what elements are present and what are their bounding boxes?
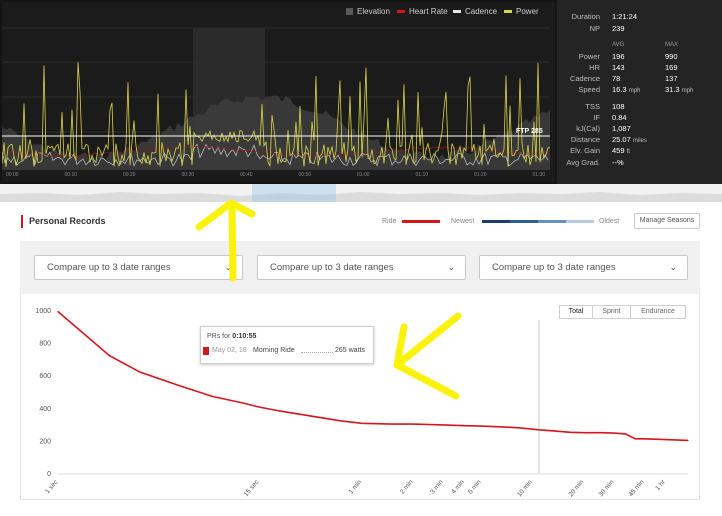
legend-power-label: Power [516, 7, 539, 16]
max-header: MAX [665, 42, 679, 48]
personal-records-title: Personal Records [21, 215, 106, 228]
overview-selection-window[interactable] [252, 184, 336, 202]
oldest-label: Oldest [599, 218, 620, 225]
ride-overview-scrubber[interactable] [0, 184, 722, 202]
distance-value: 25.07 [612, 135, 631, 144]
legend-heart-rate[interactable]: Heart Rate [397, 7, 448, 16]
stat-speed: Speed 16.3 mph 31.3 mph [578, 85, 694, 94]
avg-header: AVG [612, 42, 625, 48]
stat-power: Power 196 990 [578, 52, 678, 61]
tooltip-duration: 0:10:55 [232, 333, 257, 340]
time-tick-label: 01:30 [532, 172, 546, 178]
tooltip-leader-dots [301, 352, 333, 353]
power-curve-chart-container [20, 294, 700, 500]
stat-if: IF 0.84 [593, 113, 627, 122]
overview-elevation-profile [0, 192, 722, 202]
stat-kj: kJ(Cal) 1,087 [576, 124, 631, 133]
time-tick-label: 00:50 [298, 172, 312, 178]
chevron-down-icon: ⌄ [224, 262, 232, 272]
time-tick-label: 00:00 [6, 172, 19, 178]
tab-endurance[interactable]: Endurance [630, 305, 686, 319]
ride-stats-panel: Duration 1:21:24 NP 239 AVG MAX Power 19… [557, 0, 722, 185]
compare-placeholder-2: Compare up to 3 date ranges [270, 262, 394, 273]
tooltip-ride-name[interactable]: Morning Ride [253, 347, 295, 354]
ride-analysis-panel: FTP 285 Elevation Heart Rate Cadence Pow… [0, 0, 722, 185]
compare-placeholder-3: Compare up to 3 date ranges [492, 262, 616, 273]
speed-max-unit: mph [681, 88, 694, 94]
tab-total[interactable]: Total [559, 305, 593, 319]
cadence-swatch [453, 10, 461, 13]
time-tick-label: 00:20 [123, 172, 136, 178]
stat-avg-grade: Avg Grad. --% [566, 158, 624, 167]
stat-duration: Duration 1:21:24 [571, 12, 638, 21]
compare-date-range-select-2[interactable]: Compare up to 3 date ranges ⌄ [257, 255, 466, 280]
power-swatch [504, 10, 512, 13]
tooltip-value: 265 watts [335, 347, 365, 354]
tooltip-prefix: PRs for [207, 333, 231, 340]
stat-elevation-gain: Elv. Gain 459 ft [570, 146, 630, 155]
chevron-down-icon: ⌄ [669, 262, 677, 272]
stat-np: NP 239 [589, 24, 625, 33]
time-tick-label: 01:20 [474, 172, 487, 178]
date-gradient-legend [482, 220, 594, 223]
stat-cadence: Cadence 78 137 [569, 74, 678, 83]
manage-seasons-button[interactable]: Manage Seasons [634, 213, 700, 229]
ride-legend-swatch [402, 220, 440, 223]
tooltip-ride-swatch [203, 347, 209, 355]
heart-rate-swatch [397, 10, 405, 13]
stat-tss: TSS 108 [585, 102, 625, 111]
tooltip-date: May 02, 18 [212, 347, 247, 354]
compare-date-range-select-1[interactable]: Compare up to 3 date ranges ⌄ [34, 255, 243, 280]
timeline-traces [2, 27, 551, 170]
speed-max: 31.3 [665, 85, 680, 94]
legend-elevation[interactable]: Elevation [346, 7, 390, 16]
ride-legend-label: Ride [382, 218, 397, 225]
legend-power[interactable]: Power [504, 7, 539, 16]
speed-avg: 16.3 [612, 85, 627, 94]
elevation-trace [2, 95, 550, 170]
legend-elevation-label: Elevation [357, 7, 390, 16]
chevron-down-icon: ⌄ [447, 262, 455, 272]
stat-distance: Distance 25.07 miles [570, 135, 647, 144]
speed-avg-unit: mph [628, 88, 641, 94]
pr-tooltip: PRs for 0:10:55 May 02, 18 Morning Ride … [200, 326, 374, 364]
time-tick-label: 00:30 [181, 172, 195, 178]
ride-timeline-chart[interactable]: FTP 285 [2, 2, 555, 182]
distance-unit: miles [632, 138, 647, 144]
tab-sprint[interactable]: Sprint [592, 305, 631, 319]
elevation-value: 459 [612, 146, 625, 155]
time-tick-label: 01:10 [415, 172, 429, 178]
elevation-unit: ft [626, 149, 630, 155]
elevation-swatch [346, 8, 353, 15]
compare-date-range-select-3[interactable]: Compare up to 3 date ranges ⌄ [479, 255, 688, 280]
compare-placeholder-1: Compare up to 3 date ranges [47, 262, 171, 273]
time-tick-label: 00:10 [64, 172, 78, 178]
ftp-label: FTP 285 [516, 128, 543, 135]
legend-heart-rate-label: Heart Rate [409, 7, 448, 16]
time-tick-label: 01:00 [357, 172, 370, 178]
newest-label: Newest [451, 218, 475, 225]
time-tick-label: 00:40 [240, 172, 253, 178]
stat-hr: HR 143 169 [589, 63, 678, 72]
legend-cadence[interactable]: Cadence [453, 7, 497, 16]
legend-cadence-label: Cadence [465, 7, 498, 16]
